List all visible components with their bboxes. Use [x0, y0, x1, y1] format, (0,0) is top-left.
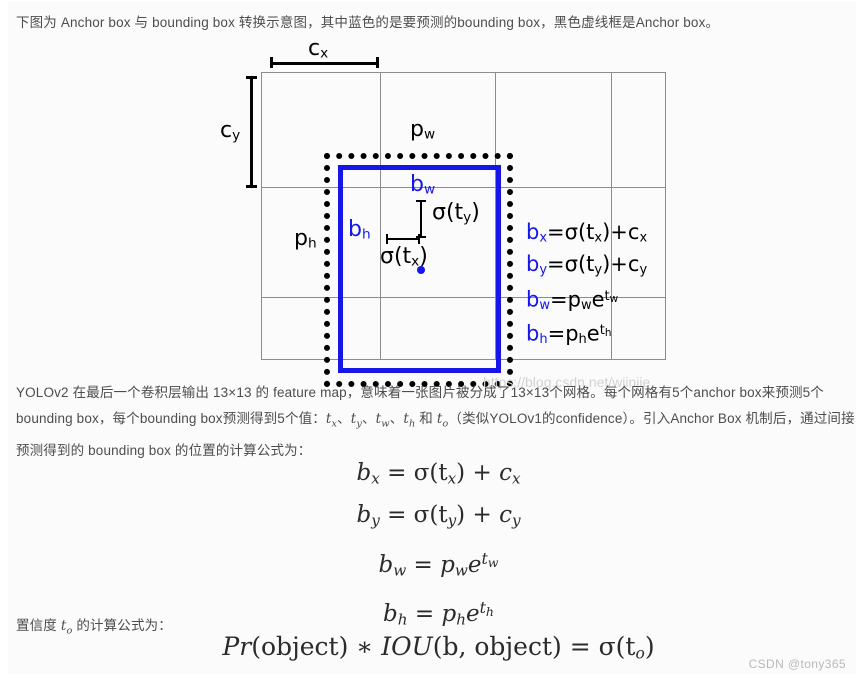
bracket-bar — [250, 76, 253, 188]
formula-bx: bx = σ(tx) + cx — [356, 460, 521, 488]
body-paragraph: YOLOv2 在最后一个卷积层输出 13×13 的 feature map，意味… — [16, 385, 855, 458]
anchor-box-diagram: cx cy pw ph bw bh σ(ty) σ(tx) bx=σ(tx)+c… — [8, 34, 708, 390]
math-th: th — [403, 411, 416, 430]
bh-label: bh — [348, 217, 371, 243]
box-center-point — [417, 266, 425, 274]
sigma-ty-measure-bracket — [416, 200, 427, 238]
bracket-cap-bottom — [246, 185, 257, 188]
intro-paragraph: 下图为 Anchor box 与 bounding box 转换示意图，其中蓝色… — [16, 15, 720, 30]
math-tw: tw — [375, 411, 390, 430]
pw-label: pw — [410, 117, 436, 143]
bracket-cap-right — [376, 57, 379, 68]
bounding-box-formulas: bx = σ(tx) + cx by = σ(ty) + cy bw = pwe… — [8, 455, 861, 639]
math-ty: ty — [350, 411, 362, 430]
diagram-equation-block: bx=σ(tx)+cx by=σ(ty)+cy bw=pwetw bh=phet… — [526, 219, 647, 353]
cx-label: cx — [308, 36, 329, 62]
diagram-equation-by: by=σ(ty)+cy — [526, 252, 648, 278]
bracket-bar — [420, 200, 422, 238]
article-page: 下图为 Anchor box 与 bounding box 转换示意图，其中蓝色… — [0, 0, 861, 680]
diagram-equation-bx: bx=σ(tx)+cx — [526, 220, 648, 246]
diagram-equation-bh: bh=pheth — [526, 321, 612, 348]
confidence-formula: Pr(object) ∗ IOU(b, object) = σ(to) — [222, 632, 655, 663]
page-watermark: CSDN @tony365 — [748, 657, 846, 671]
bracket-bar — [270, 62, 379, 65]
formula-bw: bw = pwetw — [378, 548, 499, 580]
article-content: 下图为 Anchor box 与 bounding box 转换示意图，其中蓝色… — [8, 2, 856, 674]
cy-measure-bracket — [246, 76, 257, 188]
ph-label: ph — [294, 226, 317, 252]
sigma-ty-label: σ(ty) — [432, 200, 480, 226]
diagram-equation-bw: bw=pwetw — [526, 287, 619, 313]
bw-label: bw — [410, 172, 436, 198]
bracket-bar — [386, 238, 420, 240]
bracket-cap-right — [418, 234, 420, 244]
math-tx: tx — [325, 411, 338, 430]
formula-by: by = σ(ty) + cy — [356, 502, 521, 530]
math-to: to — [436, 411, 449, 430]
cy-label: cy — [220, 118, 241, 144]
